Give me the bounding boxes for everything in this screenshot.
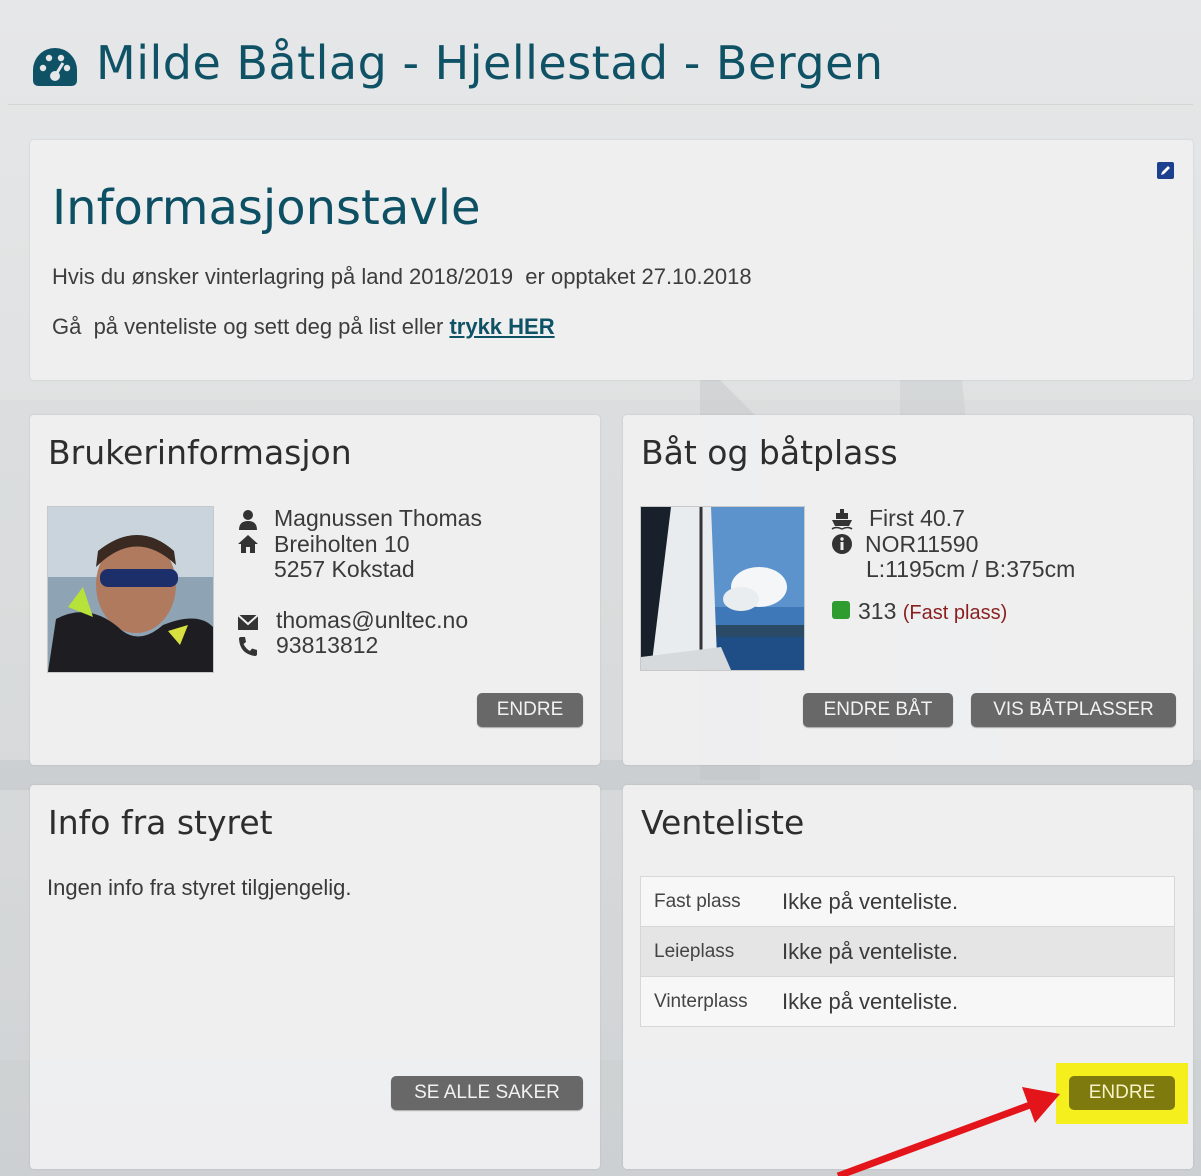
- trykk-her-link[interactable]: trykk HER: [449, 314, 554, 339]
- table-row: Leieplass Ikke på venteliste.: [640, 926, 1175, 977]
- waitlist-label: Fast plass: [640, 876, 781, 927]
- edit-icon[interactable]: [1157, 162, 1174, 179]
- ship-icon: [831, 509, 853, 530]
- edit-user-button[interactable]: ENDRE: [477, 693, 583, 727]
- waitlist-title: Venteliste: [641, 803, 805, 842]
- boat-panel: Båt og båtplass First 40.7 NOR11590 L:11…: [623, 415, 1193, 765]
- berth-info: 313 (Fast plass): [858, 598, 1007, 625]
- dashboard-gauge-icon: [33, 48, 77, 86]
- see-all-items-button[interactable]: SE ALLE SAKER: [391, 1076, 583, 1110]
- table-row: Fast plass Ikke på venteliste.: [640, 876, 1175, 927]
- user-avatar: [47, 506, 214, 673]
- board-info-text: Ingen info fra styret tilgjengelig.: [47, 875, 352, 900]
- waitlist-table: Fast plass Ikke på venteliste. Leieplass…: [640, 876, 1175, 1027]
- edit-boat-button[interactable]: ENDRE BÅT: [803, 693, 953, 727]
- waitlist-label: Leieplass: [640, 926, 781, 977]
- info-icon: [832, 534, 852, 554]
- berth-type: (Fast plass): [902, 602, 1008, 624]
- user-icon: [239, 510, 257, 530]
- user-name: Magnussen Thomas: [274, 505, 482, 531]
- waitlist-label: Vinterplass: [640, 976, 781, 1027]
- boat-photo: [640, 506, 805, 671]
- edit-waitlist-button[interactable]: ENDRE: [1069, 1076, 1175, 1110]
- page-header: Milde Båtlag - Hjellestad - Bergen: [8, 14, 1193, 105]
- info-board-title: Informasjonstavle: [52, 180, 481, 236]
- waitlist-value: Ikke på venteliste.: [781, 976, 1175, 1027]
- boat-dimensions: L:1195cm / B:375cm: [866, 556, 1076, 582]
- info-board-text-2-prefix: Gå på venteliste og sett deg på list ell…: [52, 314, 450, 339]
- envelope-icon: [237, 614, 259, 630]
- phone-icon: [239, 637, 257, 656]
- waitlist-value: Ikke på venteliste.: [781, 876, 1175, 927]
- user-phone: 93813812: [276, 632, 379, 658]
- home-icon: [238, 535, 258, 553]
- user-info-title: Brukerinformasjon: [48, 433, 352, 472]
- table-row: Vinterplass Ikke på venteliste.: [640, 976, 1175, 1027]
- berth-number: 313: [858, 598, 897, 624]
- board-info-title: Info fra styret: [48, 803, 273, 842]
- waitlist-value: Ikke på venteliste.: [781, 926, 1175, 977]
- info-board-text-2: Gå på venteliste og sett deg på list ell…: [52, 314, 555, 340]
- page-title: Milde Båtlag - Hjellestad - Bergen: [96, 36, 884, 90]
- berth-status-indicator: [832, 601, 850, 619]
- info-board-text-1: Hvis du ønsker vinterlagring på land 201…: [52, 264, 752, 289]
- user-info-panel: Brukerinformasjon Magnussen Thomas Breih…: [30, 415, 600, 765]
- boat-model: First 40.7: [869, 505, 965, 531]
- show-berths-button[interactable]: VIS BÅTPLASSER: [971, 693, 1176, 727]
- user-street: Breiholten 10: [274, 531, 410, 557]
- user-postal: 5257 Kokstad: [274, 556, 415, 582]
- info-board-panel: Informasjonstavle Hvis du ønsker vinterl…: [30, 140, 1193, 380]
- user-email[interactable]: thomas@unltec.no: [276, 607, 468, 634]
- boat-registration: NOR11590: [865, 531, 979, 557]
- board-info-panel: Info fra styret Ingen info fra styret ti…: [30, 785, 600, 1169]
- boat-panel-title: Båt og båtplass: [641, 433, 898, 472]
